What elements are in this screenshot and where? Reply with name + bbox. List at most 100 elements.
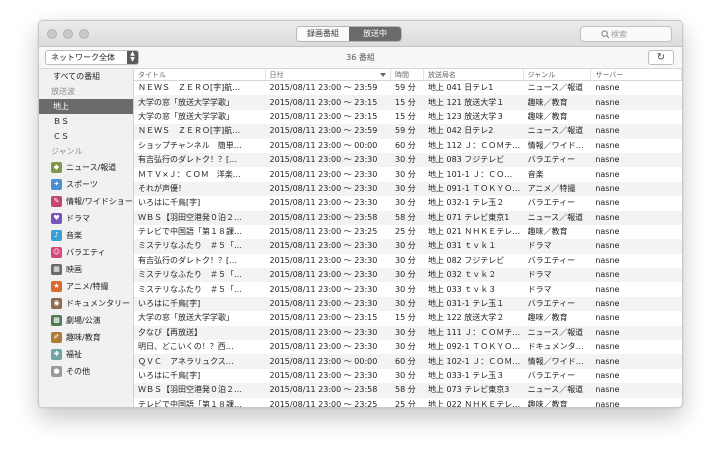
table-row[interactable]: ミステリなふたり ＃５「… 2015/08/11 23:00 〜 23:30 30 …: [134, 282, 682, 296]
column-header-station[interactable]: 放送局名: [424, 69, 524, 80]
sidebar-item-all-programs[interactable]: すべての番組: [39, 69, 133, 84]
cell-genre: バラエティー: [527, 255, 576, 265]
cell-genre: 趣味／教育: [527, 399, 568, 407]
column-header-server[interactable]: サーバー: [591, 69, 682, 80]
sidebar-item-genre[interactable]: ▩ 劇場/公演: [39, 312, 133, 329]
sidebar-item-genre[interactable]: ◆ ニュース/報道: [39, 159, 133, 176]
cell-station: 地上 031 ｔｖｋ１: [427, 241, 497, 251]
table-row[interactable]: 夕なび【再放送】 2015/08/11 23:00 〜 23:30 30 分 地上 1…: [134, 325, 682, 341]
table-row[interactable]: ＷＢＳ【羽田空港発０泊２… 2015/08/11 23:00 〜 23:58 58 …: [134, 210, 682, 225]
tab-on-air[interactable]: 放送中: [349, 27, 401, 41]
sidebar-header-genre: ジャンル: [51, 147, 83, 156]
cell-title: テレビで中国語「第１８課…: [138, 227, 242, 237]
sidebar-item-genre[interactable]: ♪ 音楽: [39, 227, 133, 244]
sidebar-item-genre[interactable]: ✐ 趣味/教育: [39, 329, 133, 346]
table-row[interactable]: 明日、どこいくの！？西… 2015/08/11 23:00 〜 23:30 30 分…: [134, 340, 682, 354]
table-row[interactable]: 大学の窓「放送大学学歌」 2015/08/11 23:00 〜 23:15 15 分…: [134, 311, 682, 325]
sidebar-item-cs[interactable]: ＣＳ: [39, 129, 133, 144]
column-header-genre[interactable]: ジャンル: [524, 69, 592, 80]
table-row[interactable]: ＮＥＷＳ ＺＥＲＯ[字]航… 2015/08/11 23:00 〜 23:59 59…: [134, 124, 682, 139]
sidebar-item-terrestrial[interactable]: 地上: [39, 99, 133, 114]
tab-recorded[interactable]: 録画番組: [297, 27, 349, 41]
cell-date: 2015/08/11 23:00 〜 23:30: [269, 299, 378, 309]
cell-date: 2015/08/11 23:00 〜 23:30: [269, 342, 378, 352]
close-button[interactable]: [47, 29, 57, 39]
table-row[interactable]: テレビで中国語「第１８課… 2015/08/11 23:00 〜 23:25 25 …: [134, 398, 682, 407]
toolbar: ネットワーク全体 ▲ ▼ 36 番組 ↻: [39, 47, 682, 69]
sidebar-item-genre[interactable]: ▦ 映画: [39, 261, 133, 278]
cell-date: 2015/08/11 23:00 〜 23:15: [269, 111, 378, 121]
cell-title: ミステリなふたり ＃５「…: [138, 241, 242, 251]
cell-server: nasne: [595, 97, 620, 107]
table-row[interactable]: ミステリなふたり ＃５「… 2015/08/11 23:00 〜 23:30 30 …: [134, 239, 682, 254]
sidebar-item-genre[interactable]: ★ アニメ/特撮: [39, 278, 133, 295]
cell-date: 2015/08/11 23:00 〜 23:30: [269, 255, 378, 265]
cell-server: nasne: [595, 356, 620, 366]
column-header-duration[interactable]: 時間: [391, 69, 424, 80]
cell-genre: ドラマ: [527, 270, 552, 280]
cell-title: ショップチャンネル 簡単…: [138, 140, 242, 150]
table-row[interactable]: いろはに千鳥[字] 2015/08/11 23:00 〜 23:30 30 分 地上 …: [134, 196, 682, 210]
search-input[interactable]: 検索: [580, 26, 672, 42]
table-row[interactable]: 大学の窓「放送大学学歌」 2015/08/11 23:00 〜 23:15 15 分…: [134, 95, 682, 110]
cell-server: nasne: [595, 342, 620, 352]
welfare-icon: ✚: [51, 349, 62, 360]
table-row[interactable]: それが声優！ 2015/08/11 23:00 〜 23:30 30 分 地上 091…: [134, 181, 682, 197]
cell-date: 2015/08/11 23:00 〜 23:59: [269, 126, 378, 136]
table-row[interactable]: 有吉弘行のダレトク！？[… 2015/08/11 23:00 〜 23:30 30 …: [134, 254, 682, 268]
table-row[interactable]: ＭＴＶ×Ｊ：ＣＯＭ 洋楽… 2015/08/11 23:00 〜 23:30 30 …: [134, 167, 682, 181]
cell-server: nasne: [595, 255, 620, 265]
cell-duration: 30 分: [395, 299, 416, 309]
sidebar-item-genre[interactable]: ♥ ドラマ: [39, 210, 133, 227]
program-table: タイトル 日付 時間 放送局名 ジャンル サーバー ＮＥＷＳ ＺＥＲＯ[字]航……: [134, 69, 682, 407]
cell-station: 地上 021 ＮＨＫＥテレ…: [427, 227, 521, 237]
sidebar-item-label: その他: [66, 367, 90, 376]
cell-duration: 30 分: [395, 155, 416, 165]
cell-duration: 59 分: [395, 83, 416, 93]
sidebar-item-genre[interactable]: ✎ 情報/ワイドショー: [39, 193, 133, 210]
sidebar-item-label: バラエティ: [66, 248, 106, 257]
table-row[interactable]: いろはに千鳥[字] 2015/08/11 23:00 〜 23:30 30 分 地上 …: [134, 296, 682, 312]
sidebar-item-genre[interactable]: ✦ スポーツ: [39, 176, 133, 193]
cell-title: ＱＶＣ アネラリュクス…: [138, 356, 234, 366]
table-row[interactable]: 大学の窓「放送大学学歌」 2015/08/11 23:00 〜 23:15 15 分…: [134, 110, 682, 124]
cell-title: いろはに千鳥[字]: [138, 299, 201, 309]
cell-date: 2015/08/11 23:00 〜 23:30: [269, 183, 378, 193]
cell-server: nasne: [595, 212, 620, 222]
column-header-date[interactable]: 日付: [266, 69, 392, 80]
cell-date: 2015/08/11 23:00 〜 23:30: [269, 169, 378, 179]
table-row[interactable]: ＷＢＳ【羽田空港発０泊２… 2015/08/11 23:00 〜 23:58 58 …: [134, 383, 682, 398]
search-icon: [601, 30, 610, 39]
minimize-button[interactable]: [63, 29, 73, 39]
sidebar-item-genre[interactable]: ● その他: [39, 363, 133, 380]
sidebar-item-genre[interactable]: ☺ バラエティ: [39, 244, 133, 261]
table-row[interactable]: ＮＥＷＳ ＺＥＲＯ[字]航… 2015/08/11 23:00 〜 23:59 59…: [134, 81, 682, 95]
cell-genre: ニュース／報道: [527, 327, 584, 337]
zoom-button[interactable]: [79, 29, 89, 39]
cell-station: 地上 022 ＮＨＫＥテレ…: [427, 399, 521, 407]
sidebar-item-label: 福祉: [66, 350, 82, 359]
cell-title: テレビで中国語「第１８課…: [138, 399, 242, 407]
sidebar-item-genre[interactable]: ✚ 福祉: [39, 346, 133, 363]
table-row[interactable]: いろはに千鳥[字] 2015/08/11 23:00 〜 23:30 30 分 地上 …: [134, 369, 682, 383]
column-header-title[interactable]: タイトル: [134, 69, 266, 80]
cell-title: ＷＢＳ【羽田空港発０泊２…: [138, 385, 242, 395]
cell-server: nasne: [595, 284, 620, 294]
cell-station: 地上 091-1 ＴＯＫＹＯ…: [427, 183, 521, 193]
table-row[interactable]: ショップチャンネル 簡単… 2015/08/11 23:00 〜 00:00 60 …: [134, 139, 682, 153]
cell-date: 2015/08/11 23:00 〜 23:59: [269, 83, 378, 93]
sidebar-item-bs[interactable]: ＢＳ: [39, 114, 133, 129]
table-row[interactable]: ミステリなふたり ＃５「… 2015/08/11 23:00 〜 23:30 30 …: [134, 268, 682, 283]
cell-title: いろはに千鳥[字]: [138, 371, 201, 380]
news-icon: ◆: [51, 162, 62, 173]
cell-title: それが声優！: [138, 183, 186, 193]
cell-genre: ニュース／報道: [527, 83, 584, 93]
table-row[interactable]: テレビで中国語「第１８課… 2015/08/11 23:00 〜 23:25 25 …: [134, 225, 682, 239]
refresh-button[interactable]: ↻: [648, 50, 674, 65]
table-row[interactable]: ＱＶＣ アネラリュクス… 2015/08/11 23:00 〜 00:00 60 分…: [134, 354, 682, 369]
table-row[interactable]: 有吉弘行のダレトク！？[… 2015/08/11 23:00 〜 23:30 30 …: [134, 152, 682, 168]
cell-server: nasne: [595, 313, 620, 323]
sidebar-item-genre[interactable]: ◉ ドキュメンタリー: [39, 295, 133, 312]
cell-station: 地上 112 Ｊ：ＣＯＭチ…: [427, 140, 521, 150]
cell-date: 2015/08/11 23:00 〜 23:25: [269, 227, 378, 237]
